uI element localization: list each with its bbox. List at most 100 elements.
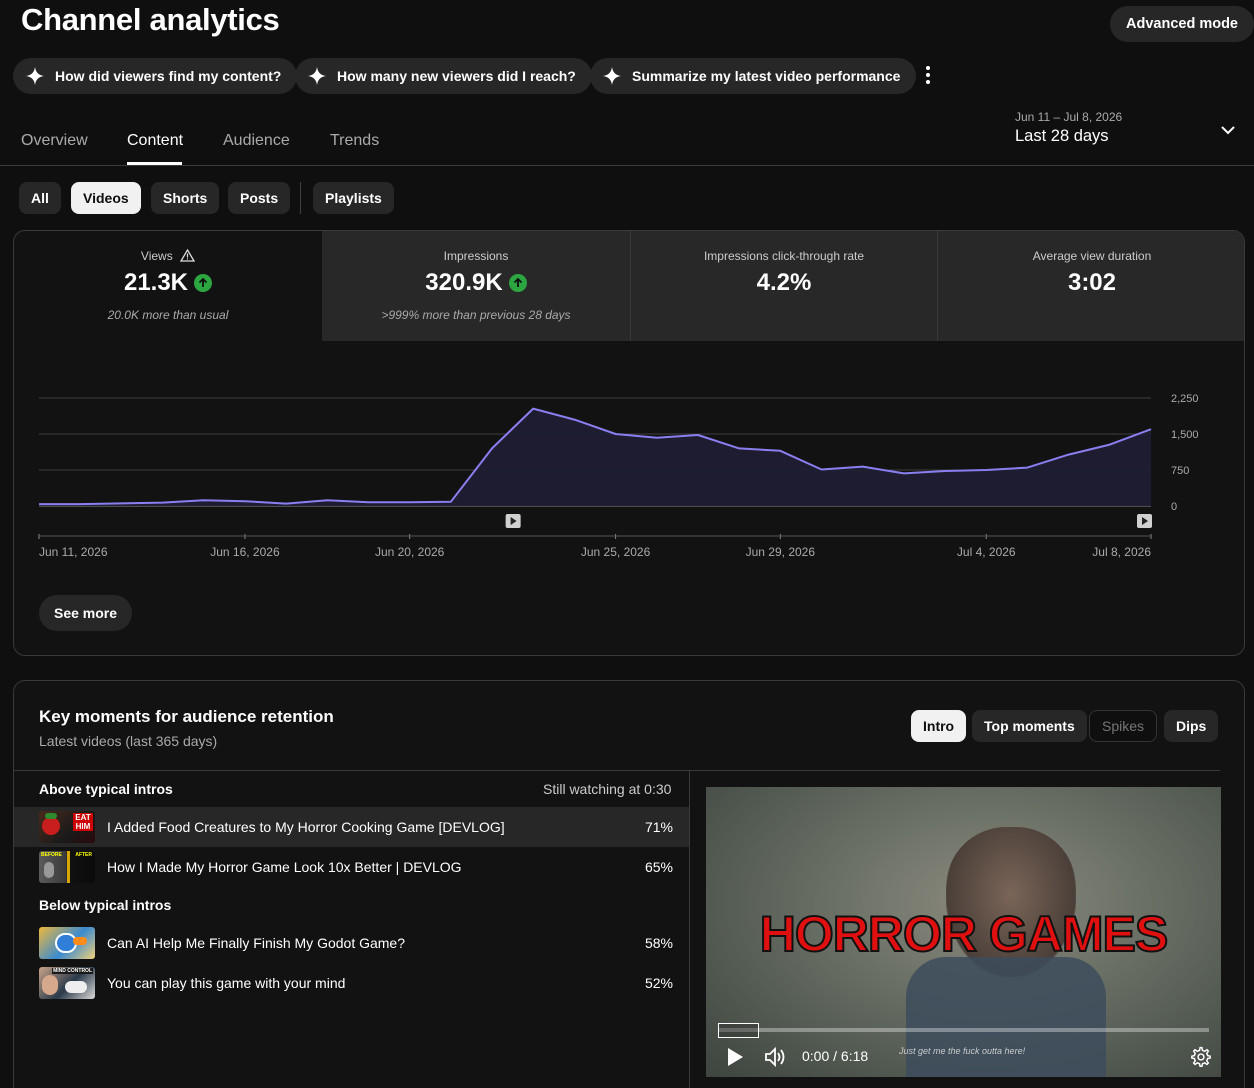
metric-divider [937,231,938,341]
group-label-above: Above typical intros [39,781,173,797]
see-more-button[interactable]: See more [39,595,133,631]
x-tick-label: Jun 11, 2026 [39,545,108,559]
date-range-dates[interactable]: Jun 11 – Jul 8, 2026 [1015,110,1122,124]
video-thumbnail: BEFORE AFTER [39,851,95,883]
video-title: Can AI Help Me Finally Finish My Godot G… [107,935,406,951]
thumbnail-text: EAT HIM [73,813,93,831]
metric-label: Impressions [443,249,509,263]
segment-spikes[interactable]: Spikes [1089,710,1158,742]
question-chip-new-viewers[interactable]: How many new viewers did I reach? [295,58,592,94]
still-watching-label: Still watching at 0:30 [543,781,672,797]
arrow-up-icon [508,274,527,292]
arrow-up-icon [194,274,213,292]
metric-value: 21.3K [123,269,189,296]
x-tick-label: Jun 20, 2026 [375,545,445,559]
metric-label: Views [140,249,173,263]
chevron-down-icon[interactable] [1220,122,1236,138]
tab-trends[interactable]: Trends [330,132,379,150]
x-tick-label: Jun 25, 2026 [581,545,651,559]
video-percent: 58% [644,935,673,951]
group-label-below: Below typical intros [39,897,172,913]
question-chip-label: How did viewers find my content? [55,68,282,84]
video-percent: 71% [644,819,673,835]
y-tick-label: 750 [1171,465,1189,477]
tabs-divider [0,165,1254,166]
divider [689,770,690,1088]
x-tick-label: Jul 4, 2026 [957,545,1016,559]
chart-area [39,408,1151,506]
video-thumbnail: EAT HIM [39,811,95,843]
video-percent: 65% [644,859,673,875]
advanced-mode-button[interactable]: Advanced mode [1110,6,1254,42]
x-tick-label: Jun 16, 2026 [210,545,280,559]
date-range-label[interactable]: Last 28 days [1015,127,1109,146]
key-moments-card: Key moments for audience retention Lates… [13,680,1245,1088]
video-title: How I Made My Horror Game Look 10x Bette… [107,859,462,875]
metric-value-wrap: 320.9K [322,269,630,297]
video-thumbnail [39,927,95,959]
video-overlay-text: HORROR GAMES [759,905,1169,963]
sparkle-icon [26,67,44,85]
segment-dips[interactable]: Dips [1164,710,1219,742]
video-row[interactable]: Can AI Help Me Finally Finish My Godot G… [14,923,689,963]
filter-shorts[interactable]: Shorts [151,182,220,214]
metric-avg-duration[interactable]: Average view duration 3:02 [938,231,1244,341]
metric-ctr[interactable]: Impressions click-through rate 4.2% [630,231,938,341]
volume-icon[interactable] [764,1046,788,1068]
question-chip-summarize[interactable]: Summarize my latest video performance [590,58,917,94]
thumbnail-text: MIND CONTROL [52,968,93,974]
metric-label: Average view duration [1032,249,1152,263]
metric-views[interactable]: Views 21.3K 20.0K more than usual [14,231,322,341]
metric-divider [630,231,631,341]
video-row[interactable]: BEFORE AFTER How I Made My Horror Game L… [14,847,689,887]
sparkle-icon [603,67,621,85]
key-moments-title: Key moments for audience retention [39,707,334,726]
progress-bar[interactable] [718,1028,1209,1032]
video-row[interactable]: EAT HIM I Added Food Creatures to My Hor… [14,807,689,847]
tab-overview[interactable]: Overview [21,132,88,150]
filter-videos[interactable]: Videos [71,182,141,214]
filter-playlists[interactable]: Playlists [313,182,394,214]
metric-views-label-wrap: Views [14,248,322,263]
question-chip-label: How many new viewers did I reach? [337,68,576,84]
more-options-icon[interactable] [918,63,938,87]
y-tick-label: 2,250 [1171,393,1199,405]
divider [14,770,1220,771]
segment-top-moments[interactable]: Top moments [972,710,1087,742]
views-chart[interactable]: 2,250 1,500 750 0 Jun 11, 2026 Jun 16, 2026 Ju… [14,371,1244,571]
metric-label: Impressions click-through rate [703,249,865,263]
video-caption: Just get me the fuck outta here! [899,1046,1026,1056]
video-time: 0:00 / 6:18 [802,1048,869,1064]
scrub-preview[interactable] [718,1023,759,1038]
sparkle-icon [308,67,326,85]
video-frame-figure [906,957,1106,1077]
metric-sub: >999% more than previous 28 days [381,308,571,322]
metric-value: 3:02 [1067,269,1117,296]
segment-intro[interactable]: Intro [911,710,967,742]
filter-all[interactable]: All [19,182,61,214]
y-tick-label: 1,500 [1171,429,1199,441]
video-thumbnail: MIND CONTROL [39,967,95,999]
x-tick-label: Jul 8, 2026 [1092,545,1151,559]
video-title: I Added Food Creatures to My Horror Cook… [107,819,505,835]
metric-value: 320.9K [425,269,503,296]
metrics-chart-card: Views 21.3K 20.0K more than usual Impres… [13,230,1245,656]
video-percent: 52% [644,975,673,991]
video-player[interactable]: HORROR GAMES 0:00 / 6:18 Just get me the… [706,787,1221,1077]
filter-divider [300,182,301,214]
thumbnail-text: BEFORE [41,852,62,858]
question-chip-find[interactable]: How did viewers find my content? [13,58,298,94]
metric-value-wrap: 21.3K [14,269,322,297]
settings-gear-icon[interactable] [1190,1046,1212,1068]
tab-content[interactable]: Content [127,132,183,150]
play-icon[interactable] [726,1047,744,1067]
video-row[interactable]: MIND CONTROL You can play this game with… [14,963,689,1003]
metric-value: 4.2% [756,269,812,296]
key-moments-subtitle: Latest videos (last 365 days) [39,733,218,749]
tab-audience[interactable]: Audience [223,132,290,150]
question-chip-label: Summarize my latest video performance [632,68,901,84]
warning-icon [179,248,196,262]
filter-posts[interactable]: Posts [228,182,291,214]
metric-impressions[interactable]: Impressions 320.9K >999% more than previ… [322,231,630,341]
thumbnail-text: AFTER [75,852,92,858]
